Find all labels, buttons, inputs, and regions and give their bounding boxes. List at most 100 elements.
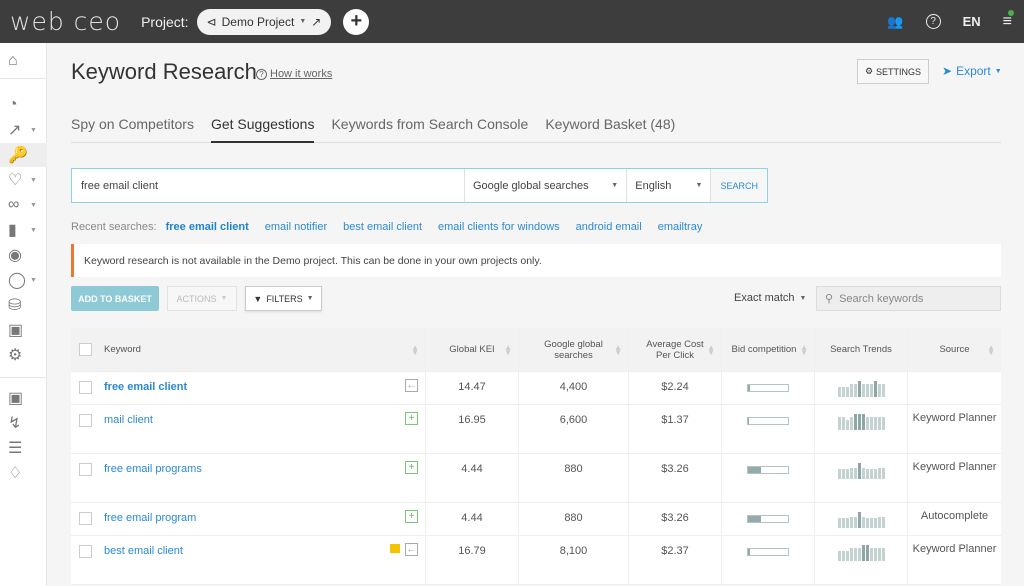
filters-button[interactable]: ▼ FILTERS ▼ bbox=[245, 286, 322, 311]
trend-bar bbox=[845, 469, 849, 479]
actions-button[interactable]: ACTIONS ▼ bbox=[167, 286, 237, 311]
row-checkbox[interactable] bbox=[79, 545, 92, 558]
column-cpc[interactable]: Average Cost Per Click bbox=[645, 339, 705, 361]
tab-spy-on-competitors[interactable]: Spy on Competitors bbox=[71, 115, 194, 143]
chevron-down-icon: ▼ bbox=[994, 67, 1002, 75]
engine-dropdown[interactable]: Google global searches ▼ bbox=[464, 169, 626, 202]
remove-from-basket-icon[interactable]: ← bbox=[405, 379, 418, 392]
trend-bar bbox=[865, 469, 869, 479]
language-dropdown[interactable]: English ▼ bbox=[626, 169, 710, 202]
table-row: best email client ← 16.79 8,100 $2.37 Keyword… bbox=[71, 536, 1001, 585]
keyword-link[interactable]: mail client bbox=[104, 414, 153, 426]
flag-icon[interactable] bbox=[390, 544, 400, 553]
add-to-basket-icon[interactable]: + bbox=[405, 510, 418, 523]
trend-bar bbox=[841, 551, 845, 561]
trend-bar bbox=[845, 551, 849, 561]
recent-search-link[interactable]: free email client bbox=[166, 221, 249, 233]
export-button[interactable]: ➤ Export ▼ bbox=[942, 64, 1002, 78]
trend-bar bbox=[881, 417, 885, 430]
match-dropdown[interactable]: Exact match ▼ bbox=[734, 292, 806, 304]
add-to-basket-icon[interactable]: + bbox=[405, 461, 418, 474]
keyword-link[interactable]: free email client bbox=[104, 381, 187, 393]
search-button[interactable]: SEARCH bbox=[710, 169, 767, 202]
column-kei[interactable]: Global KEI bbox=[449, 344, 494, 355]
kei-cell: 4.44 bbox=[426, 503, 519, 535]
search-keywords-input[interactable]: ⚲ Search keywords bbox=[816, 286, 1001, 311]
bell-icon[interactable]: ♢ bbox=[0, 461, 47, 485]
trend-bar bbox=[861, 545, 865, 561]
language-selector[interactable]: EN bbox=[963, 14, 981, 29]
keyword-link[interactable]: best email client bbox=[104, 545, 183, 557]
sort-icon[interactable]: ▲ ▼ bbox=[987, 343, 995, 356]
keyword-link[interactable]: free email program bbox=[104, 512, 196, 524]
keyword-input[interactable]: free email client bbox=[72, 169, 464, 202]
select-all-checkbox[interactable] bbox=[79, 343, 92, 356]
trend-bar bbox=[865, 545, 869, 561]
help-icon[interactable]: ? bbox=[925, 14, 941, 29]
list-icon[interactable]: ☰ bbox=[0, 436, 47, 460]
tab-keyword-basket[interactable]: Keyword Basket (48) bbox=[545, 115, 675, 143]
binoculars-icon[interactable]: ⛁ bbox=[0, 293, 47, 317]
tab-get-suggestions[interactable]: Get Suggestions bbox=[210, 115, 315, 143]
chevron-down-icon: ▼ bbox=[220, 295, 228, 302]
how-it-works-link[interactable]: ? How it works bbox=[256, 68, 332, 80]
trend-bar bbox=[861, 468, 865, 479]
trend-bar bbox=[849, 517, 853, 528]
column-keyword[interactable]: Keyword bbox=[104, 344, 141, 355]
location-icon[interactable]: ◉ bbox=[0, 243, 47, 267]
users-icon[interactable]: 👥 bbox=[887, 14, 903, 30]
project-selector[interactable]: ⊲ Demo Project ▼ ↗ bbox=[196, 8, 332, 35]
row-checkbox[interactable] bbox=[79, 414, 92, 427]
settings-button[interactable]: ⚙ SETTINGS bbox=[857, 59, 929, 84]
sort-icon[interactable]: ▲ ▼ bbox=[800, 343, 808, 356]
sort-icon[interactable]: ▲ ▼ bbox=[411, 343, 419, 356]
share-icon: ⊲ bbox=[206, 14, 217, 29]
recent-search-link[interactable]: email clients for windows bbox=[438, 221, 560, 233]
recent-search-link[interactable]: emailtray bbox=[658, 221, 703, 233]
sort-icon[interactable]: ▲ ▼ bbox=[614, 343, 622, 356]
calendar-icon[interactable]: ▣ bbox=[0, 318, 47, 342]
trend-bar bbox=[845, 420, 849, 430]
health-icon[interactable]: ♡ ▼ bbox=[0, 168, 47, 192]
pdf-icon[interactable]: ▣ bbox=[0, 386, 47, 410]
recent-search-link[interactable]: email notifier bbox=[265, 221, 327, 233]
key-icon[interactable]: 🔑 bbox=[0, 143, 47, 167]
sort-icon[interactable]: ▲ ▼ bbox=[707, 343, 715, 356]
row-checkbox[interactable] bbox=[79, 512, 92, 525]
chevron-down-icon: ▼ bbox=[306, 295, 314, 302]
remove-from-basket-icon[interactable]: ← bbox=[405, 543, 418, 556]
trend-bar bbox=[873, 381, 877, 397]
webceo-logo[interactable]: web ceo bbox=[10, 7, 121, 36]
column-source[interactable]: Source bbox=[939, 344, 969, 355]
trend-bar bbox=[857, 512, 861, 528]
source-cell bbox=[908, 372, 1001, 404]
bolt-icon[interactable]: ↯ bbox=[0, 411, 47, 435]
recent-search-link[interactable]: android email bbox=[576, 221, 642, 233]
trend-bar bbox=[861, 384, 865, 397]
settings-icon[interactable]: ⚙ bbox=[0, 343, 47, 367]
column-bid[interactable]: Bid competition bbox=[732, 344, 797, 355]
dashboard-icon[interactable]: ◔ bbox=[0, 93, 47, 117]
row-checkbox[interactable] bbox=[79, 381, 92, 394]
bid-competition-bar bbox=[747, 548, 789, 556]
sort-icon[interactable]: ▲ ▼ bbox=[504, 343, 512, 356]
rankings-icon[interactable]: ↗ ▼ bbox=[0, 118, 47, 142]
external-link-icon[interactable]: ↗ bbox=[311, 15, 321, 29]
trend-bar bbox=[873, 417, 877, 430]
home-icon[interactable]: ⌂ bbox=[0, 49, 47, 73]
recent-search-link[interactable]: best email client bbox=[343, 221, 422, 233]
signal-icon[interactable]: ▮ ▼ bbox=[0, 218, 47, 242]
row-checkbox[interactable] bbox=[79, 463, 92, 476]
column-searches[interactable]: Google global searches bbox=[543, 339, 605, 361]
keywords-table: Keyword ▲ ▼ Global KEI ▲ ▼ Google global sea… bbox=[71, 328, 1001, 585]
add-to-basket-button[interactable]: ADD TO BASKET bbox=[71, 286, 159, 311]
keyword-link[interactable]: free email programs bbox=[104, 463, 202, 475]
menu-icon[interactable]: ≡ bbox=[1003, 9, 1014, 31]
chat-icon[interactable]: ◯ ▼ bbox=[0, 268, 47, 292]
page-title: Keyword Research bbox=[71, 59, 257, 84]
link-icon[interactable]: ∞ ▼ bbox=[0, 193, 47, 217]
trend-bar bbox=[849, 468, 853, 479]
tab-search-console[interactable]: Keywords from Search Console bbox=[331, 115, 528, 143]
add-to-basket-icon[interactable]: + bbox=[405, 412, 418, 425]
add-project-button[interactable]: + bbox=[343, 8, 370, 35]
